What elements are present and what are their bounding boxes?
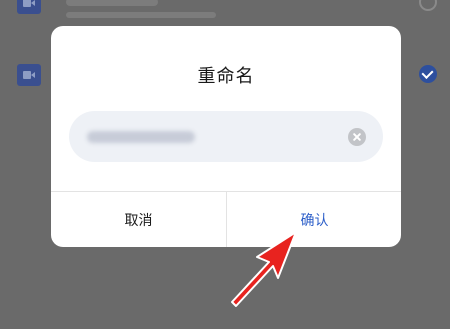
radio-checked-icon[interactable] [419,65,437,83]
video-icon [17,0,41,14]
clear-icon[interactable] [348,128,366,146]
blurred-file-meta [66,12,216,18]
video-icon [17,64,41,86]
name-input-container[interactable] [69,111,383,162]
cancel-button[interactable]: 取消 [51,192,226,247]
name-input[interactable] [69,111,383,162]
dialog-title: 重命名 [197,66,255,87]
rename-dialog: 重命名 取消 确认 [51,26,401,247]
radio-unchecked-icon[interactable] [419,0,437,11]
annotation-arrow-icon [231,231,297,307]
background-list-row [0,0,450,20]
blurred-file-name [66,0,158,6]
